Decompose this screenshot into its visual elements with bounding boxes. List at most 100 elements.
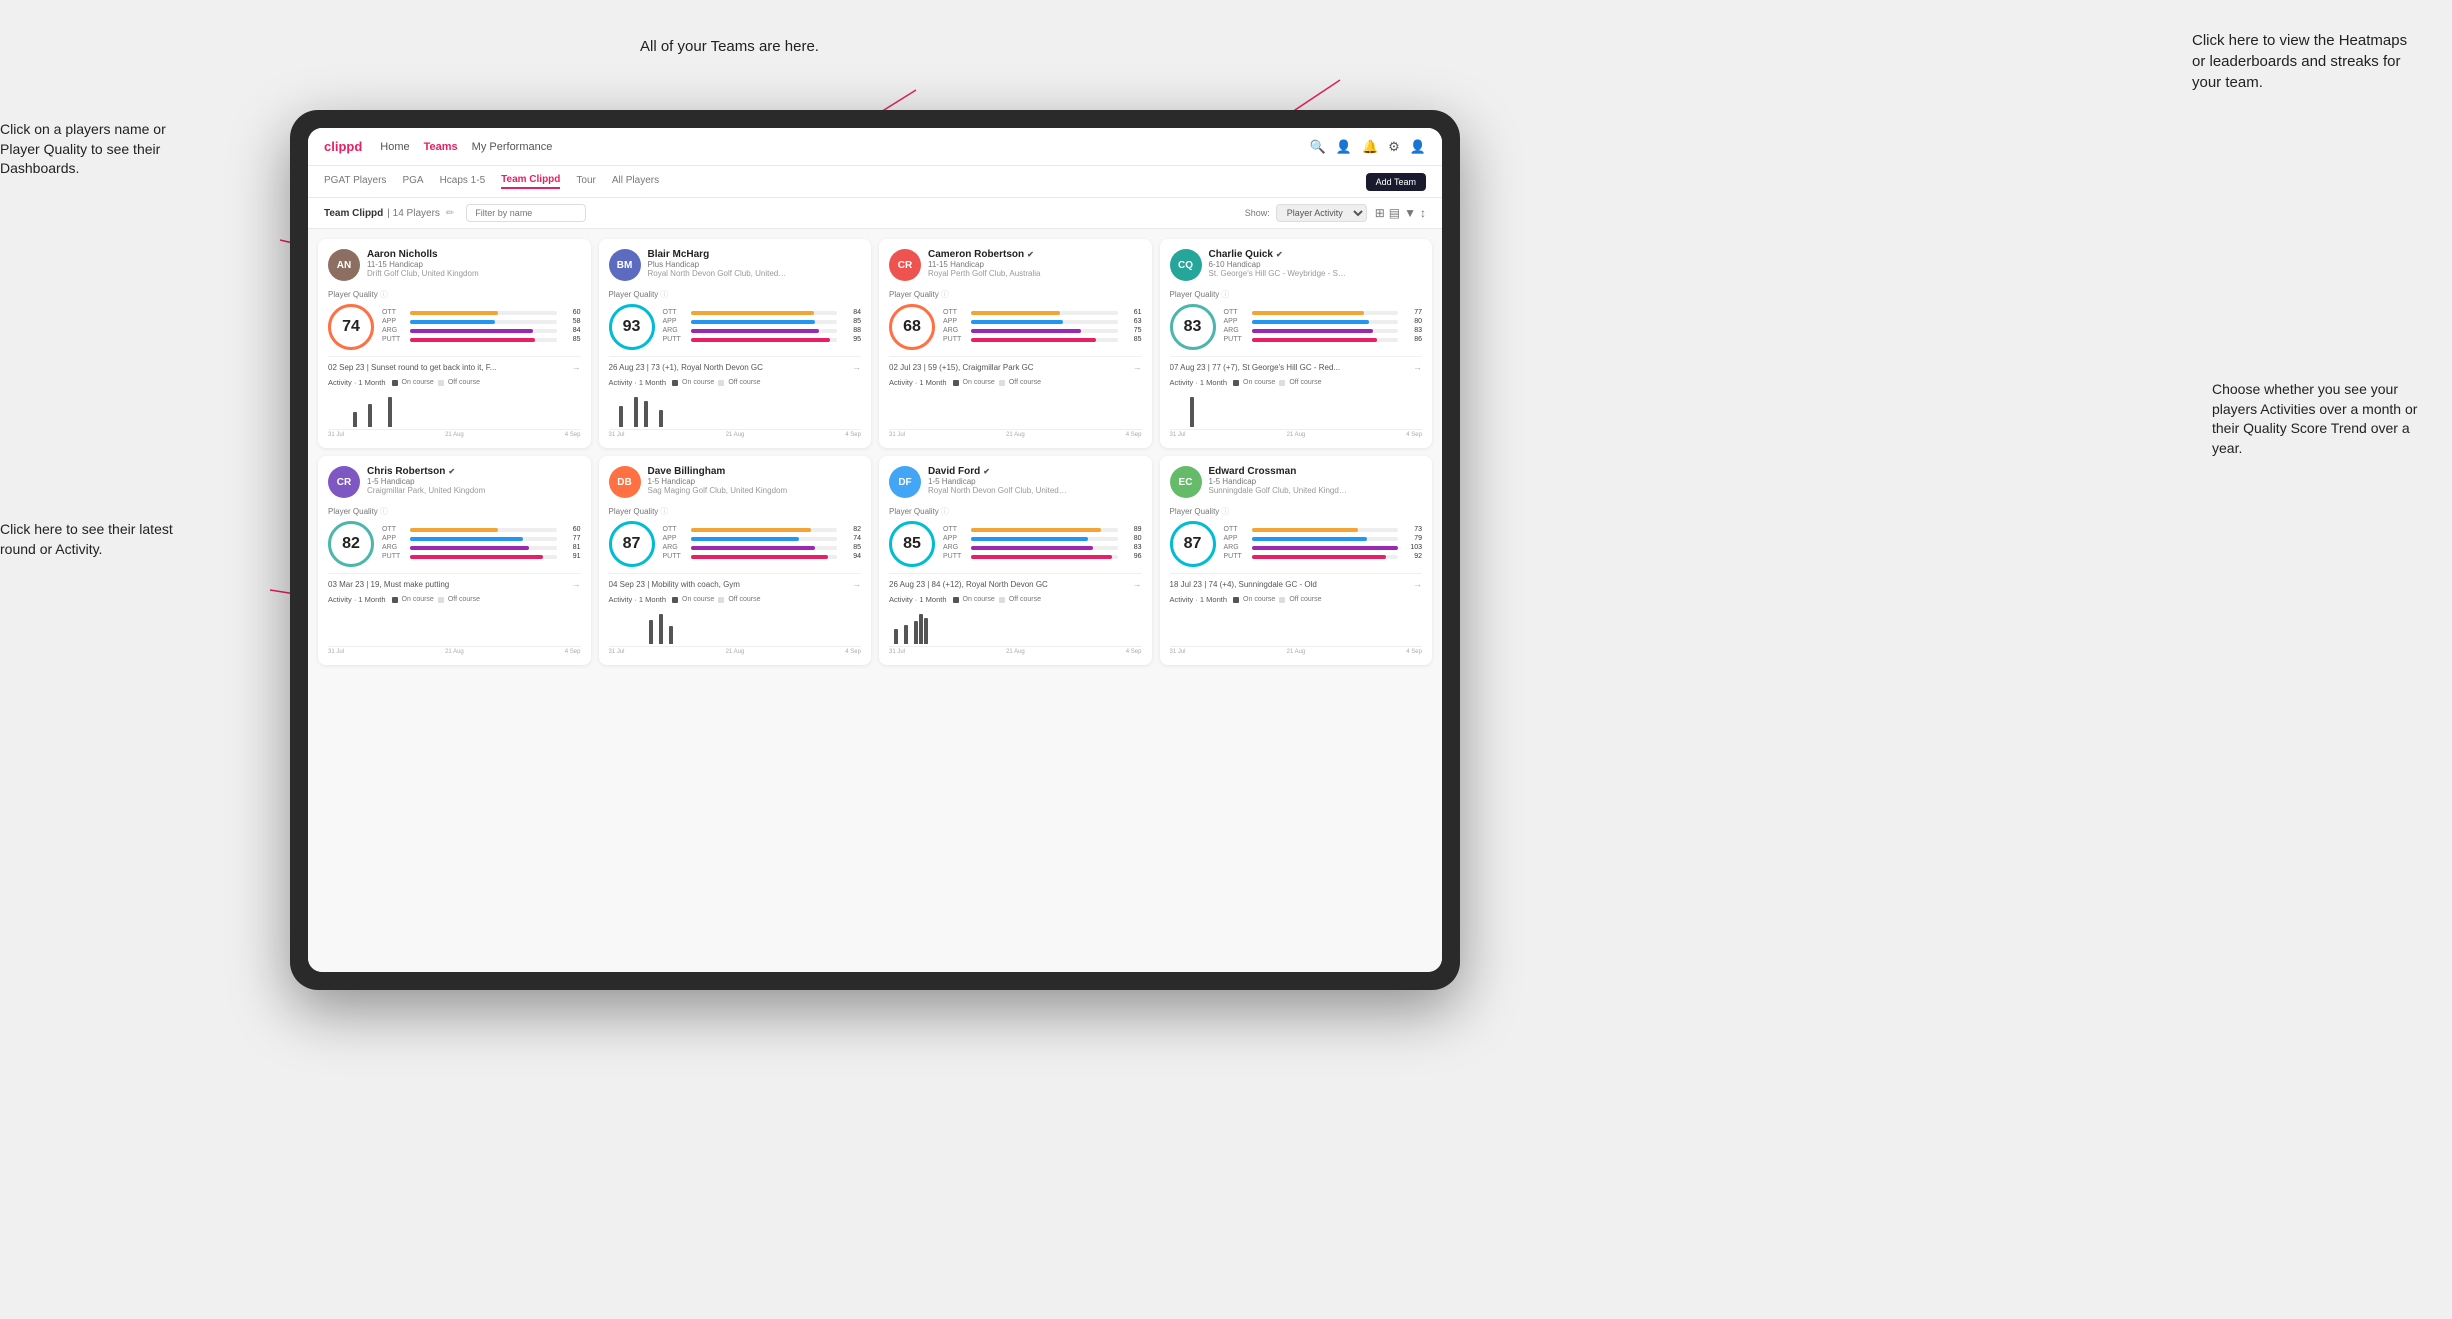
tab-all-players[interactable]: All Players bbox=[612, 175, 659, 188]
on-course-dot bbox=[392, 597, 398, 603]
stat-row-arg: ARG 83 bbox=[943, 544, 1142, 551]
stat-row-ott: OTT 61 bbox=[943, 309, 1142, 316]
player-club: Drift Golf Club, United Kingdom bbox=[367, 269, 507, 278]
settings-icon[interactable]: ⚙ bbox=[1388, 139, 1400, 155]
tab-pga[interactable]: PGA bbox=[402, 175, 423, 188]
last-round[interactable]: 04 Sep 23 | Mobility with coach, Gym → bbox=[609, 573, 862, 589]
activity-section: Activity · 1 Month On course Off course … bbox=[609, 595, 862, 655]
user-icon[interactable]: 👤 bbox=[1410, 139, 1426, 155]
filter-icon[interactable]: ▼ bbox=[1404, 206, 1416, 220]
off-course-dot bbox=[438, 380, 444, 386]
show-label: Show: bbox=[1245, 208, 1270, 218]
profile-icon[interactable]: 👤 bbox=[1336, 139, 1352, 155]
player-handicap: Plus Handicap bbox=[648, 260, 862, 269]
quality-number: 85 bbox=[903, 535, 921, 553]
quality-circle[interactable]: 85 bbox=[889, 521, 935, 567]
stat-row-app: APP 80 bbox=[943, 535, 1142, 542]
activity-section: Activity · 1 Month On course Off course … bbox=[1170, 595, 1423, 655]
verified-badge: ✔ bbox=[448, 467, 455, 476]
edit-icon[interactable]: ✏ bbox=[446, 208, 454, 219]
nav-item-performance[interactable]: My Performance bbox=[472, 141, 553, 153]
player-club: Craigmillar Park, United Kingdom bbox=[367, 486, 507, 495]
activity-section: Activity · 1 Month On course Off course … bbox=[328, 595, 581, 655]
quality-stats: OTT 61 APP 63 ARG 75 PU bbox=[943, 309, 1142, 345]
player-name[interactable]: Blair McHarg bbox=[648, 249, 862, 260]
player-name[interactable]: Chris Robertson ✔ bbox=[367, 466, 581, 477]
quality-circle[interactable]: 87 bbox=[1170, 521, 1216, 567]
last-round[interactable]: 26 Aug 23 | 84 (+12), Royal North Devon … bbox=[889, 573, 1142, 589]
quality-section[interactable]: 83 OTT 77 APP 80 ARG bbox=[1170, 304, 1423, 350]
quality-circle[interactable]: 93 bbox=[609, 304, 655, 350]
player-name[interactable]: Dave Billingham bbox=[648, 466, 862, 477]
stat-row-app: APP 79 bbox=[1224, 535, 1423, 542]
on-course-dot bbox=[953, 380, 959, 386]
quality-section[interactable]: 87 OTT 73 APP 79 ARG bbox=[1170, 521, 1423, 567]
last-round[interactable]: 18 Jul 23 | 74 (+4), Sunningdale GC - Ol… bbox=[1170, 573, 1423, 589]
player-card[interactable]: DB Dave Billingham 1-5 Handicap Sag Magi… bbox=[599, 456, 872, 665]
quality-section[interactable]: 68 OTT 61 APP 63 ARG bbox=[889, 304, 1142, 350]
player-card[interactable]: AN Aaron Nicholls 11-15 Handicap Drift G… bbox=[318, 239, 591, 448]
add-team-button[interactable]: Add Team bbox=[1366, 173, 1426, 191]
notification-icon[interactable]: 🔔 bbox=[1362, 139, 1378, 155]
next-arrow-icon: → bbox=[1413, 579, 1422, 589]
navbar: clippd Home Teams My Performance 🔍 👤 🔔 ⚙… bbox=[308, 128, 1442, 166]
player-name[interactable]: Charlie Quick ✔ bbox=[1209, 249, 1423, 260]
player-card[interactable]: BM Blair McHarg Plus Handicap Royal Nort… bbox=[599, 239, 872, 448]
quality-stats: OTT 84 APP 85 ARG 88 PU bbox=[663, 309, 862, 345]
search-icon[interactable]: 🔍 bbox=[1310, 139, 1326, 155]
player-card[interactable]: DF David Ford ✔ 1-5 Handicap Royal North… bbox=[879, 456, 1152, 665]
grid-view-icon[interactable]: ⊞ bbox=[1375, 206, 1385, 220]
last-round[interactable]: 03 Mar 23 | 19, Must make putting → bbox=[328, 573, 581, 589]
filter-input[interactable] bbox=[466, 204, 586, 222]
last-round[interactable]: 02 Sep 23 | Sunset round to get back int… bbox=[328, 356, 581, 372]
view-icons: ⊞ ▤ ▼ ↕ bbox=[1375, 206, 1426, 220]
player-handicap: 1-5 Handicap bbox=[648, 477, 862, 486]
activity-chart bbox=[609, 390, 862, 430]
sort-icon[interactable]: ↕ bbox=[1420, 206, 1426, 220]
player-club: Sunningdale Golf Club, United Kingdom bbox=[1209, 486, 1349, 495]
nav-item-home[interactable]: Home bbox=[380, 141, 409, 153]
player-card[interactable]: CR Cameron Robertson ✔ 11-15 Handicap Ro… bbox=[879, 239, 1152, 448]
quality-stats: OTT 77 APP 80 ARG 83 PU bbox=[1224, 309, 1423, 345]
stat-row-putt: PUTT 85 bbox=[382, 336, 581, 343]
off-course-dot bbox=[1279, 380, 1285, 386]
quality-circle[interactable]: 74 bbox=[328, 304, 374, 350]
player-card[interactable]: CQ Charlie Quick ✔ 6-10 Handicap St. Geo… bbox=[1160, 239, 1433, 448]
quality-section[interactable]: 74 OTT 60 APP 58 ARG bbox=[328, 304, 581, 350]
activity-section: Activity · 1 Month On course Off course … bbox=[889, 595, 1142, 655]
player-name[interactable]: David Ford ✔ bbox=[928, 466, 1142, 477]
player-card[interactable]: EC Edward Crossman 1-5 Handicap Sunningd… bbox=[1160, 456, 1433, 665]
last-round[interactable]: 02 Jul 23 | 59 (+15), Craigmillar Park G… bbox=[889, 356, 1142, 372]
player-name[interactable]: Aaron Nicholls bbox=[367, 249, 581, 260]
annotation-player-quality: Click on a players name or Player Qualit… bbox=[0, 120, 200, 179]
player-card[interactable]: CR Chris Robertson ✔ 1-5 Handicap Craigm… bbox=[318, 456, 591, 665]
last-round[interactable]: 07 Aug 23 | 77 (+7), St George's Hill GC… bbox=[1170, 356, 1423, 372]
quality-label: Player Quality ⓘ bbox=[609, 289, 862, 300]
stat-row-putt: PUTT 94 bbox=[663, 553, 862, 560]
last-round[interactable]: 26 Aug 23 | 73 (+1), Royal North Devon G… bbox=[609, 356, 862, 372]
off-course-dot bbox=[718, 380, 724, 386]
next-arrow-icon: → bbox=[852, 579, 861, 589]
stat-row-ott: OTT 82 bbox=[663, 526, 862, 533]
quality-section[interactable]: 85 OTT 89 APP 80 ARG bbox=[889, 521, 1142, 567]
quality-circle[interactable]: 83 bbox=[1170, 304, 1216, 350]
list-view-icon[interactable]: ▤ bbox=[1389, 206, 1400, 220]
quality-section[interactable]: 87 OTT 82 APP 74 ARG bbox=[609, 521, 862, 567]
nav-item-teams[interactable]: Teams bbox=[424, 141, 458, 153]
quality-circle[interactable]: 82 bbox=[328, 521, 374, 567]
player-name[interactable]: Edward Crossman bbox=[1209, 466, 1423, 477]
tab-team-clippd[interactable]: Team Clippd bbox=[501, 174, 560, 189]
activity-chart bbox=[328, 607, 581, 647]
quality-circle[interactable]: 87 bbox=[609, 521, 655, 567]
tab-hcaps[interactable]: Hcaps 1-5 bbox=[440, 175, 486, 188]
tab-pgat[interactable]: PGAT Players bbox=[324, 175, 386, 188]
quality-section[interactable]: 82 OTT 60 APP 77 ARG bbox=[328, 521, 581, 567]
next-arrow-icon: → bbox=[1413, 362, 1422, 372]
player-name[interactable]: Cameron Robertson ✔ bbox=[928, 249, 1142, 260]
on-course-dot bbox=[672, 380, 678, 386]
tab-tour[interactable]: Tour bbox=[576, 175, 595, 188]
quality-circle[interactable]: 68 bbox=[889, 304, 935, 350]
quality-section[interactable]: 93 OTT 84 APP 85 ARG bbox=[609, 304, 862, 350]
player-handicap: 1-5 Handicap bbox=[1209, 477, 1423, 486]
show-select[interactable]: Player ActivityQuality Trend bbox=[1276, 204, 1367, 222]
